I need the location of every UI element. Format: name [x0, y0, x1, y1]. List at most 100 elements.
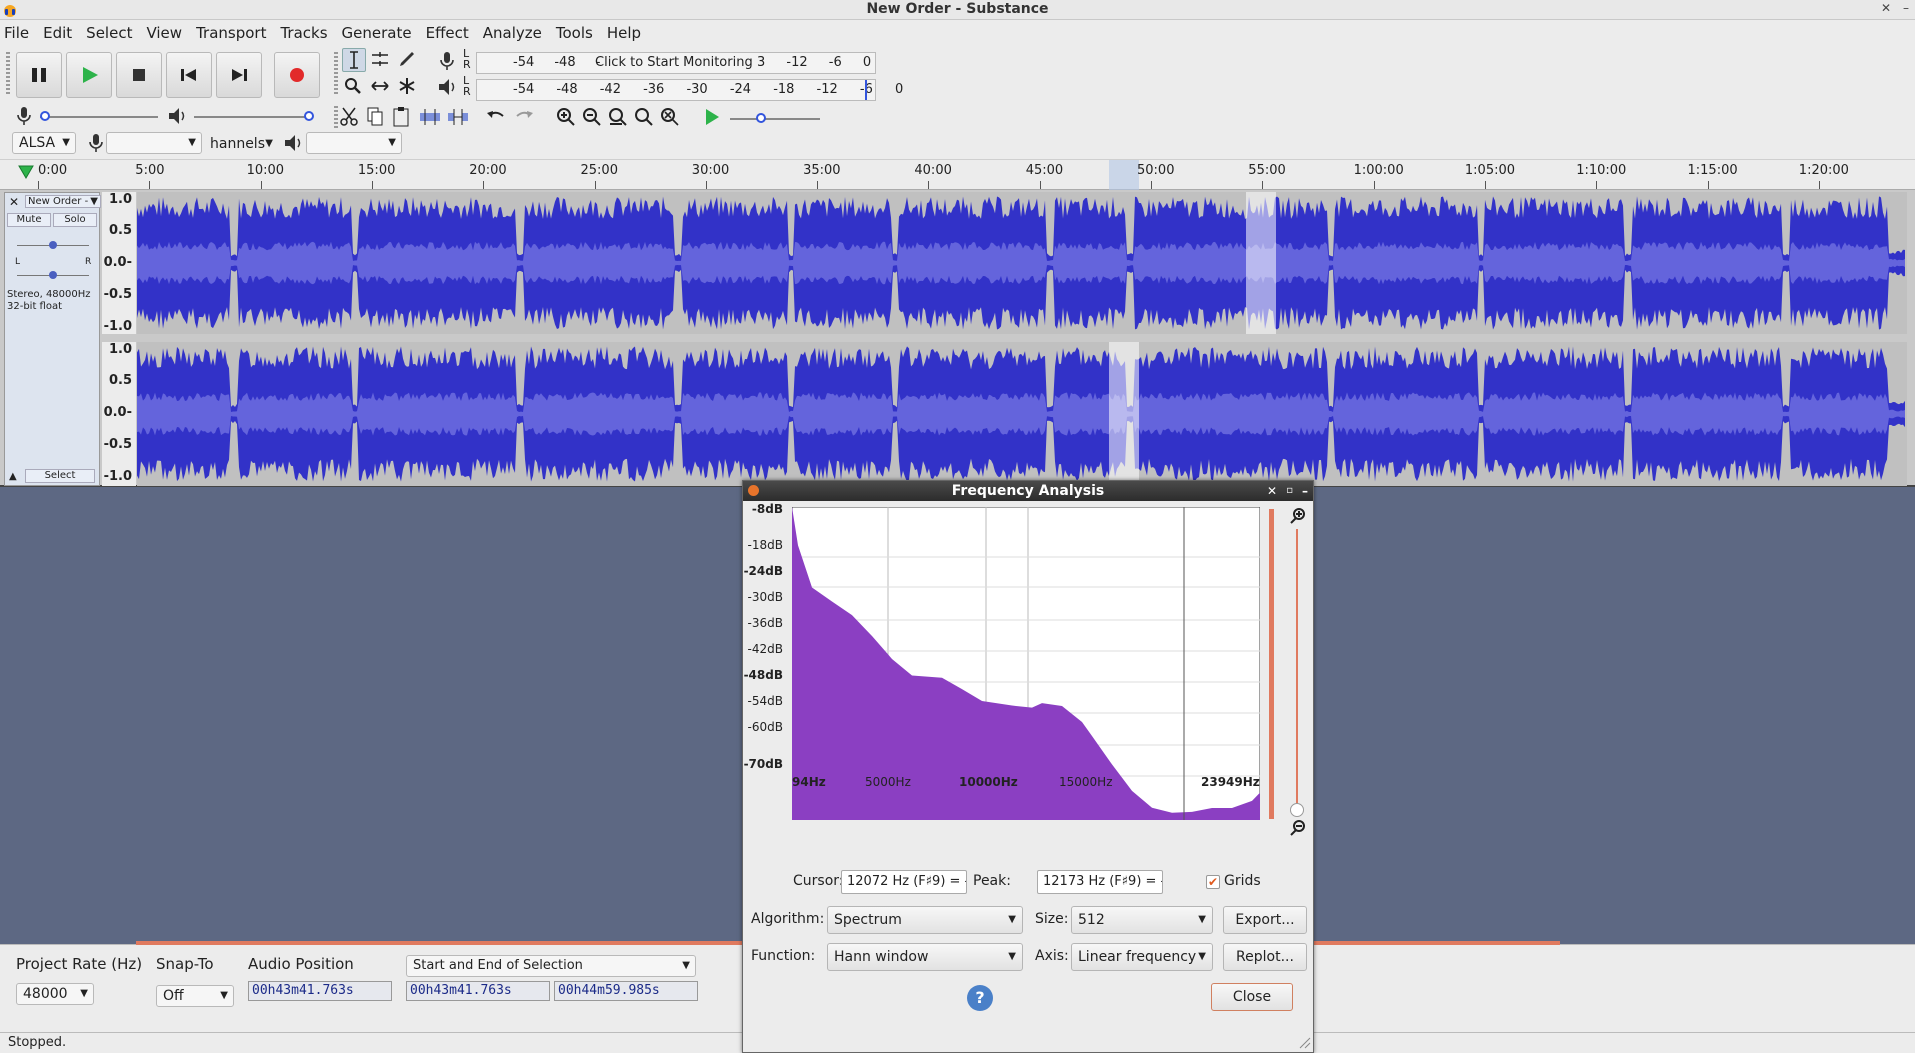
speaker-icon[interactable] [436, 76, 458, 98]
play-head-icon[interactable] [18, 164, 34, 180]
draw-tool-button[interactable] [396, 48, 420, 72]
zoom-in-icon[interactable] [1289, 507, 1307, 525]
menu-tools[interactable]: Tools [556, 24, 593, 42]
zoom-out-icon[interactable] [1289, 819, 1307, 837]
record-button[interactable] [274, 52, 320, 98]
playback-volume-slider[interactable] [194, 111, 314, 121]
peak-field[interactable]: 12173 Hz (F♯9) = -42.3 [1037, 870, 1163, 894]
solo-button[interactable]: Solo [53, 213, 97, 227]
dialog-minimize-icon[interactable]: – [1302, 481, 1308, 501]
slider-thumb[interactable] [49, 241, 57, 249]
output-device-select[interactable]: ▼ [306, 132, 402, 154]
menu-select[interactable]: Select [86, 24, 132, 42]
timeshift-tool-button[interactable] [369, 75, 393, 99]
menu-view[interactable]: View [146, 24, 182, 42]
timeline-ruler[interactable]: 0:00 5:00 10:00 15:00 20:00 25:00 30:00 35:00 40… [0, 160, 1915, 190]
skip-end-button[interactable] [216, 52, 262, 98]
zoom-in-button[interactable] [554, 105, 578, 129]
pause-button[interactable] [16, 52, 62, 98]
fit-project-button[interactable] [632, 105, 656, 129]
menu-analyze[interactable]: Analyze [483, 24, 542, 42]
ruler-tick-label: 1:10:00 [1576, 163, 1627, 178]
selection-end-field[interactable]: 00h44m59.985s [554, 981, 698, 1001]
menu-generate[interactable]: Generate [342, 24, 412, 42]
close-window-icon[interactable]: ✕ [1881, 1, 1891, 15]
menu-tracks[interactable]: Tracks [280, 24, 327, 42]
zoom-toggle-button[interactable] [658, 105, 682, 129]
trim-button[interactable] [418, 105, 442, 129]
menu-transport[interactable]: Transport [196, 24, 266, 42]
grids-checkbox[interactable]: ✔ [1206, 875, 1220, 889]
play-button[interactable] [66, 52, 112, 98]
dialog-close-icon[interactable]: ✕ [1267, 481, 1277, 501]
replot-button[interactable]: Replot... [1223, 943, 1307, 971]
waveform-channel-1[interactable] [137, 192, 1907, 334]
help-button[interactable]: ? [967, 985, 993, 1011]
paste-button[interactable] [390, 105, 414, 129]
play-speed-slider[interactable] [730, 113, 820, 123]
dialog-maximize-icon[interactable]: ▫ [1286, 481, 1293, 501]
menu-file[interactable]: File [4, 24, 29, 42]
slider-thumb[interactable] [1290, 803, 1304, 817]
menu-edit[interactable]: Edit [43, 24, 72, 42]
tools-grip[interactable] [334, 52, 338, 96]
menu-effect[interactable]: Effect [426, 24, 469, 42]
cut-button[interactable] [338, 105, 362, 129]
menu-help[interactable]: Help [607, 24, 641, 42]
slider-thumb[interactable] [304, 111, 314, 121]
cursor-field[interactable]: 12072 Hz (F♯9) = -42.0 [841, 870, 967, 894]
axis-select[interactable]: Linear frequency ▼ [1071, 943, 1213, 971]
db-tick-label: -48dB [743, 668, 783, 682]
stop-button[interactable] [116, 52, 162, 98]
project-rate-select[interactable]: 48000 ▼ [16, 983, 94, 1005]
waveform-channel-2[interactable] [137, 342, 1907, 486]
microphone-icon[interactable] [436, 50, 458, 72]
vertical-zoom-slider[interactable] [1290, 529, 1304, 817]
selection-start-field[interactable]: 00h43m41.763s [406, 981, 550, 1001]
input-device-icon [89, 134, 103, 152]
size-select[interactable]: 512 ▼ [1071, 906, 1213, 934]
selection-tool-button[interactable] [342, 48, 366, 72]
spectrum-plot[interactable] [792, 507, 1260, 820]
undo-button[interactable] [484, 105, 508, 129]
pan-slider[interactable] [17, 271, 89, 279]
silence-button[interactable] [446, 105, 470, 129]
playback-meter[interactable]: -54 -48 -42 -36 -30 -24 -18 -12 -6 0 [476, 79, 903, 101]
toolbar-grip[interactable] [6, 52, 10, 96]
gain-slider[interactable] [17, 241, 89, 249]
audio-position-field[interactable]: 00h43m41.763s [248, 981, 392, 1001]
collapse-track-icon[interactable]: ▲ [9, 471, 17, 482]
copy-button[interactable] [364, 105, 388, 129]
zoom-out-button[interactable] [580, 105, 604, 129]
export-button[interactable]: Export... [1223, 906, 1307, 934]
recording-volume-slider[interactable] [40, 111, 158, 121]
input-device-select[interactable]: ▼ [106, 132, 202, 154]
scissors-icon [340, 107, 358, 126]
slider-thumb[interactable] [40, 111, 50, 121]
close-button[interactable]: Close [1211, 983, 1293, 1011]
fit-selection-button[interactable] [606, 105, 630, 129]
slider-thumb[interactable] [756, 113, 766, 123]
snap-to-select[interactable]: Off ▼ [156, 985, 234, 1007]
redo-button[interactable] [512, 105, 536, 129]
audio-host-select[interactable]: ALSA ▼ [12, 132, 76, 154]
play-at-speed-button[interactable] [700, 105, 724, 129]
zoom-tool-button[interactable] [342, 75, 366, 99]
slider-thumb[interactable] [49, 271, 57, 279]
select-track-button[interactable]: Select [25, 469, 95, 483]
recording-meter[interactable]: -54 -48 - Click to Start Monitoring 3 -1… [476, 52, 876, 74]
envelope-tool-button[interactable] [369, 48, 393, 72]
title-bar: New Order - Substance ✕ – [0, 0, 1915, 20]
multi-tool-button[interactable] [396, 75, 420, 99]
minimize-window-icon[interactable]: – [1903, 1, 1909, 15]
db-tick-label: -70dB [743, 757, 783, 771]
skip-start-button[interactable] [166, 52, 212, 98]
close-track-icon[interactable]: ✕ [9, 195, 19, 209]
resize-grip-icon[interactable] [1295, 1033, 1311, 1049]
track-name-menu[interactable]: New Order - ▼ [25, 195, 101, 208]
function-select[interactable]: Hann window ▼ [827, 943, 1023, 971]
algorithm-select[interactable]: Spectrum ▼ [827, 906, 1023, 934]
channels-select[interactable]: hannels ▼ [204, 134, 278, 156]
selection-mode-select[interactable]: Start and End of Selection ▼ [406, 955, 696, 977]
mute-button[interactable]: Mute [7, 213, 51, 227]
